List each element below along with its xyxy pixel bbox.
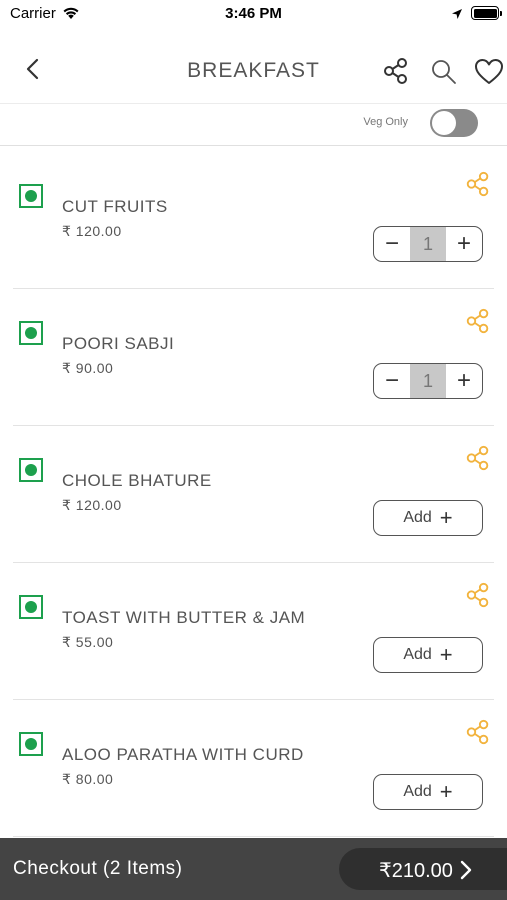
- increase-button[interactable]: +: [446, 227, 482, 261]
- add-label: Add: [403, 783, 432, 800]
- item-price: ₹ 80.00: [62, 771, 114, 787]
- item-price: ₹ 55.00: [62, 634, 114, 650]
- veg-indicator-icon: [19, 595, 43, 619]
- item-share-icon[interactable]: [464, 581, 492, 614]
- heart-icon[interactable]: [474, 58, 504, 91]
- checkout-total: ₹210.00: [379, 860, 453, 882]
- search-icon[interactable]: [430, 58, 458, 91]
- veg-only-toggle[interactable]: [430, 109, 478, 137]
- item-name: CUT FRUITS: [62, 197, 168, 216]
- item-price: ₹ 120.00: [62, 497, 122, 513]
- item-share-icon[interactable]: [464, 718, 492, 751]
- item-share-icon[interactable]: [464, 170, 492, 203]
- add-button[interactable]: Add +: [373, 500, 483, 536]
- item-share-icon[interactable]: [464, 444, 492, 477]
- checkout-total-button[interactable]: ₹210.00: [339, 848, 507, 890]
- nav-bar: BREAKFAST: [0, 36, 507, 104]
- add-button[interactable]: Add +: [373, 637, 483, 673]
- menu-item: TOAST WITH BUTTER & JAM ₹ 55.00 Add +: [13, 563, 494, 700]
- chevron-right-icon: [459, 859, 473, 886]
- add-button[interactable]: Add +: [373, 774, 483, 810]
- quantity-stepper: − 1 +: [373, 363, 483, 399]
- menu-item: CHOLE BHATURE ₹ 120.00 Add +: [13, 426, 494, 563]
- plus-icon: +: [439, 779, 453, 804]
- checkout-label[interactable]: Checkout (2 Items): [13, 858, 183, 880]
- menu-item: POORI SABJI ₹ 90.00 − 1 +: [13, 289, 494, 426]
- decrease-button[interactable]: −: [374, 227, 410, 261]
- add-label: Add: [403, 646, 432, 663]
- quantity-stepper: − 1 +: [373, 226, 483, 262]
- item-price: ₹ 120.00: [62, 223, 122, 239]
- status-bar: Carrier 3:46 PM: [0, 0, 507, 28]
- quantity-value: 1: [410, 227, 446, 261]
- item-name: ALOO PARATHA WITH CURD: [62, 745, 304, 764]
- clock: 3:46 PM: [225, 5, 282, 22]
- item-name: TOAST WITH BUTTER & JAM: [62, 608, 306, 627]
- item-price: ₹ 90.00: [62, 360, 114, 376]
- veg-indicator-icon: [19, 184, 43, 208]
- plus-icon: +: [439, 505, 453, 530]
- battery-icon: [471, 6, 502, 20]
- menu-item: CUT FRUITS ₹ 120.00 − 1 +: [13, 152, 494, 289]
- veg-indicator-icon: [19, 732, 43, 756]
- plus-icon: +: [439, 642, 453, 667]
- veg-indicator-icon: [19, 321, 43, 345]
- location-icon: [451, 7, 463, 25]
- item-name: CHOLE BHATURE: [62, 471, 212, 490]
- decrease-button[interactable]: −: [374, 364, 410, 398]
- veg-filter-row: Veg Only: [0, 104, 507, 146]
- item-name: POORI SABJI: [62, 334, 175, 353]
- quantity-value: 1: [410, 364, 446, 398]
- item-share-icon[interactable]: [464, 307, 492, 340]
- veg-indicator-icon: [19, 458, 43, 482]
- add-label: Add: [403, 509, 432, 526]
- share-icon[interactable]: [381, 56, 411, 91]
- increase-button[interactable]: +: [446, 364, 482, 398]
- checkout-bar[interactable]: Checkout (2 Items) ₹210.00: [0, 838, 507, 900]
- veg-only-label: Veg Only: [363, 116, 408, 128]
- toggle-knob: [432, 111, 456, 135]
- menu-item: ALOO PARATHA WITH CURD ₹ 80.00 Add +: [13, 700, 494, 837]
